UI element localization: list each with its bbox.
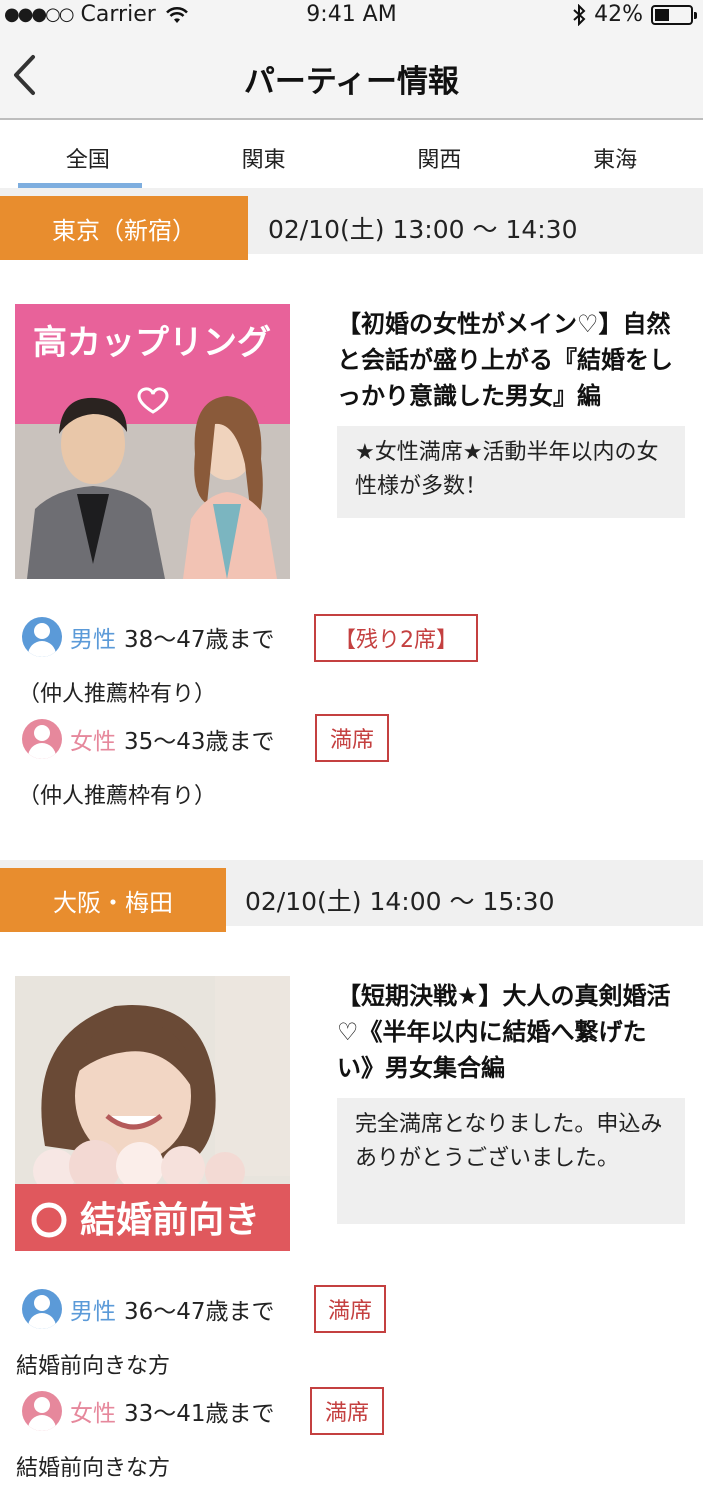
- event-title[interactable]: 【初婚の女性がメイン♡】自然と会話が盛り上がる『結婚をしっかり意識した男女』編: [337, 306, 677, 414]
- gender-label: 男性: [70, 627, 116, 653]
- tab-kansai[interactable]: 関西: [352, 122, 528, 188]
- condition-note: 結婚前向きな方: [16, 1456, 171, 1481]
- event-note: ★女性満席★活動半年以内の女性様が多数！: [337, 426, 685, 518]
- event-card[interactable]: 大阪・梅田 02/10(土) 14:00 〜 15:30 結婚前向き 【短期決戦…: [0, 860, 703, 1500]
- seat-status-badge: 満席: [310, 1387, 384, 1435]
- female-condition: 女性 35〜43歳まで: [22, 716, 275, 762]
- event-card[interactable]: 東京（新宿） 02/10(土) 13:00 〜 14:30 高カップリング 【初…: [0, 188, 703, 848]
- seat-status-badge: 満席: [315, 714, 389, 762]
- gender-label: 男性: [70, 1299, 116, 1325]
- male-avatar-icon: [22, 1289, 62, 1329]
- female-avatar-icon: [22, 1391, 62, 1431]
- battery-icon: [651, 4, 697, 25]
- page-title: パーティー情報: [243, 64, 460, 100]
- event-datetime: 02/10(土) 14:00 〜 15:30: [245, 887, 555, 916]
- condition-note: 結婚前向きな方: [16, 1354, 171, 1379]
- gender-label: 女性: [70, 1401, 116, 1427]
- couple-photo: 高カップリング: [15, 304, 290, 579]
- event-thumbnail[interactable]: 高カップリング: [15, 304, 290, 579]
- age-range: 35〜43歳まで: [124, 729, 275, 755]
- female-avatar-icon: [22, 719, 62, 759]
- thumbnail-caption: 高カップリング: [33, 323, 271, 363]
- male-avatar-icon: [22, 617, 62, 657]
- event-location: 東京（新宿）: [0, 196, 248, 260]
- event-header: 東京（新宿） 02/10(土) 13:00 〜 14:30: [0, 188, 703, 260]
- age-range: 38〜47歳まで: [124, 627, 275, 653]
- thumbnail-caption: 結婚前向き: [80, 1200, 260, 1241]
- event-title[interactable]: 【短期決戦★】大人の真剣婚活♡《半年以内に結婚へ繋げたい》男女集合編: [337, 978, 677, 1086]
- seat-status-badge: 【残り2席】: [314, 614, 478, 662]
- age-range: 36〜47歳まで: [124, 1299, 275, 1325]
- tab-tokai[interactable]: 東海: [527, 122, 703, 188]
- bride-photo: 結婚前向き: [15, 976, 290, 1251]
- battery-fill: [655, 8, 670, 21]
- event-thumbnail[interactable]: 結婚前向き: [15, 976, 290, 1251]
- tab-kanto[interactable]: 関東: [176, 122, 352, 188]
- condition-note: （仲人推薦枠有り）: [18, 784, 217, 809]
- male-condition: 男性 36〜47歳まで: [22, 1286, 275, 1332]
- male-condition: 男性 38〜47歳まで: [22, 614, 275, 660]
- region-tabs: 全国 関東 関西 東海: [0, 122, 703, 188]
- navigation-bar: パーティー情報: [0, 30, 703, 120]
- tab-zenkoku[interactable]: 全国: [0, 122, 176, 188]
- gender-label: 女性: [70, 729, 116, 755]
- condition-note: （仲人推薦枠有り）: [18, 682, 217, 707]
- event-note: 完全満席となりました。申込みありがとうございました。: [337, 1098, 685, 1224]
- status-right: 42%: [572, 2, 697, 27]
- event-datetime: 02/10(土) 13:00 〜 14:30: [268, 215, 578, 244]
- seat-status-badge: 満席: [314, 1285, 386, 1333]
- female-condition: 女性 33〜41歳まで: [22, 1388, 275, 1434]
- event-location: 大阪・梅田: [0, 868, 226, 932]
- event-header: 大阪・梅田 02/10(土) 14:00 〜 15:30: [0, 860, 703, 932]
- battery-percent: 42%: [594, 2, 643, 27]
- bluetooth-icon: [573, 3, 586, 26]
- status-bar: ●●●○○ Carrier 9:41 AM 42%: [0, 0, 703, 30]
- age-range: 33〜41歳まで: [124, 1401, 275, 1427]
